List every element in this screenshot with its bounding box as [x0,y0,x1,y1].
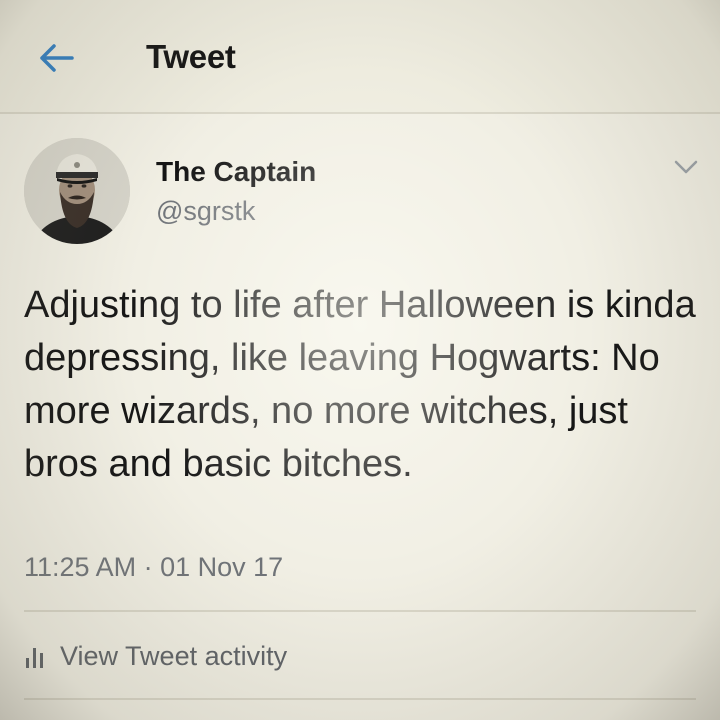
divider [24,610,696,612]
page-title: Tweet [146,38,236,75]
tweet-timestamp: 11:25 AM · 01 Nov 17 [24,552,284,582]
tweet-menu-button[interactable] [670,154,702,180]
view-tweet-activity-link[interactable]: View Tweet activity [24,634,287,678]
arrow-left-icon [40,44,74,72]
author-name[interactable]: The Captain [156,156,316,188]
avatar-image [24,138,130,244]
chevron-down-icon [674,160,698,174]
tweet-text: Adjusting to life after Halloween is kin… [24,284,696,485]
app-header: Tweet [0,0,720,114]
bar-chart-icon [26,648,43,668]
divider [24,698,696,700]
avatar[interactable] [24,138,130,244]
back-button[interactable] [32,36,82,80]
tweet-detail: The Captain @sgrstk Adjusting to life af… [0,114,720,720]
activity-label: View Tweet activity [60,640,288,671]
author-handle[interactable]: @sgrstk [156,196,255,227]
